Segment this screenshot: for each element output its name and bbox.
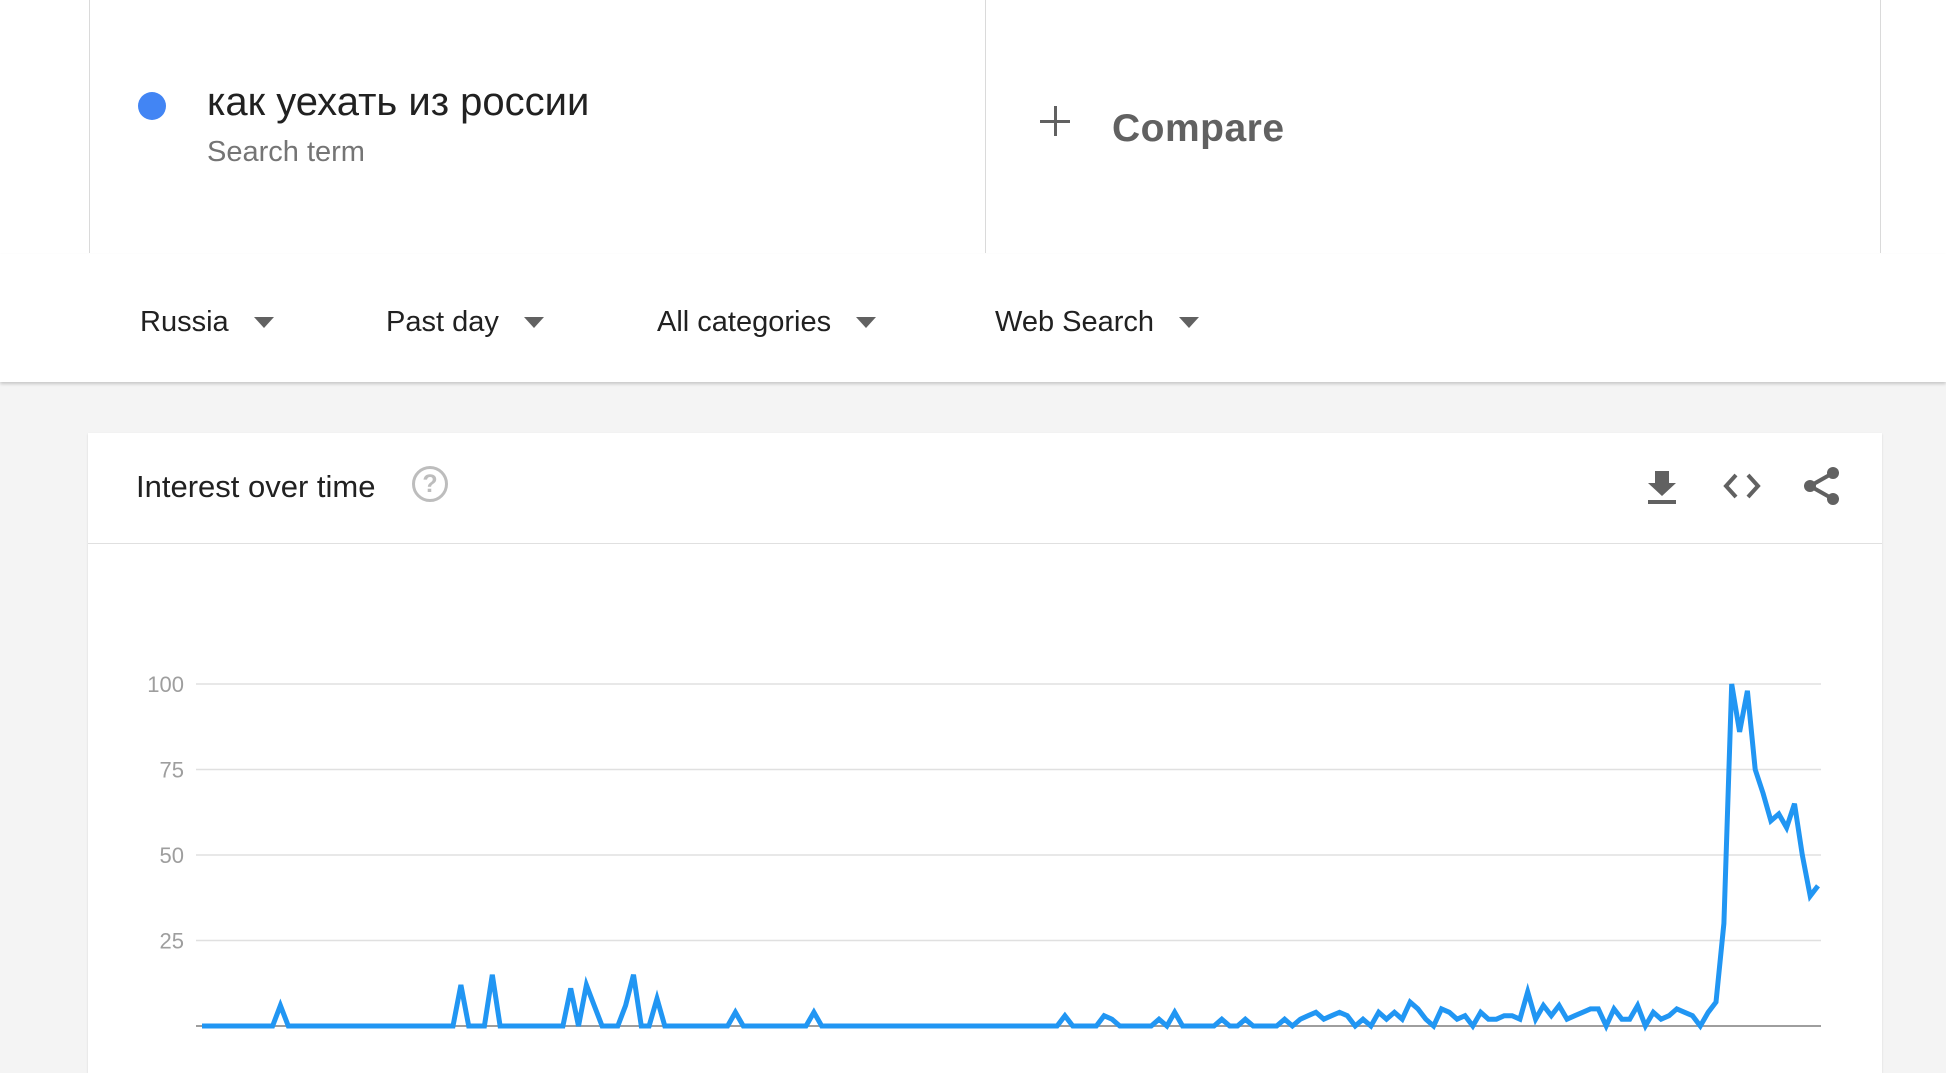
interest-chart: 25 50 75 100 [147,672,1821,1032]
card-title: Interest over time [136,469,376,504]
search-term-subtitle: Search term [207,136,365,168]
category-filter[interactable]: All categories [657,302,877,342]
chevron-down-icon [523,316,544,328]
interest-over-time-card: Interest over time ? 25 50 75 100 [88,433,1882,1073]
embed-icon[interactable] [1721,465,1763,507]
property-filter[interactable]: Web Search [995,302,1200,342]
series-color-dot [138,92,166,120]
share-icon[interactable] [1801,465,1843,507]
compare-label: Compare [1112,107,1285,150]
region-filter-label: Russia [140,305,229,338]
category-filter-label: All categories [657,305,832,338]
time-filter-label: Past day [386,305,499,338]
compare-button[interactable]: Compare [985,0,1881,253]
y-tick-label: 25 [160,929,184,954]
region-filter[interactable]: Russia [140,302,274,342]
property-filter-label: Web Search [995,305,1155,338]
search-term-card[interactable]: как уехать из россии Search term [89,0,986,253]
filter-bar: Russia Past day All categories Web Searc… [0,254,1946,382]
search-header: как уехать из россии Search term Compare [0,0,1946,255]
y-tick-label: 50 [160,843,184,868]
y-tick-label: 75 [160,758,184,783]
y-tick-label: 100 [147,672,184,697]
chevron-down-icon [1179,316,1200,328]
time-filter[interactable]: Past day [386,302,544,342]
download-icon[interactable] [1641,465,1683,507]
chevron-down-icon [856,316,877,328]
search-term-title[interactable]: как уехать из россии [207,80,589,125]
chart-area: 25 50 75 100 [88,544,1882,1073]
chevron-down-icon [253,316,274,328]
card-header: Interest over time ? [88,433,1882,544]
help-icon[interactable]: ? [412,466,448,502]
plus-icon [1040,106,1070,136]
